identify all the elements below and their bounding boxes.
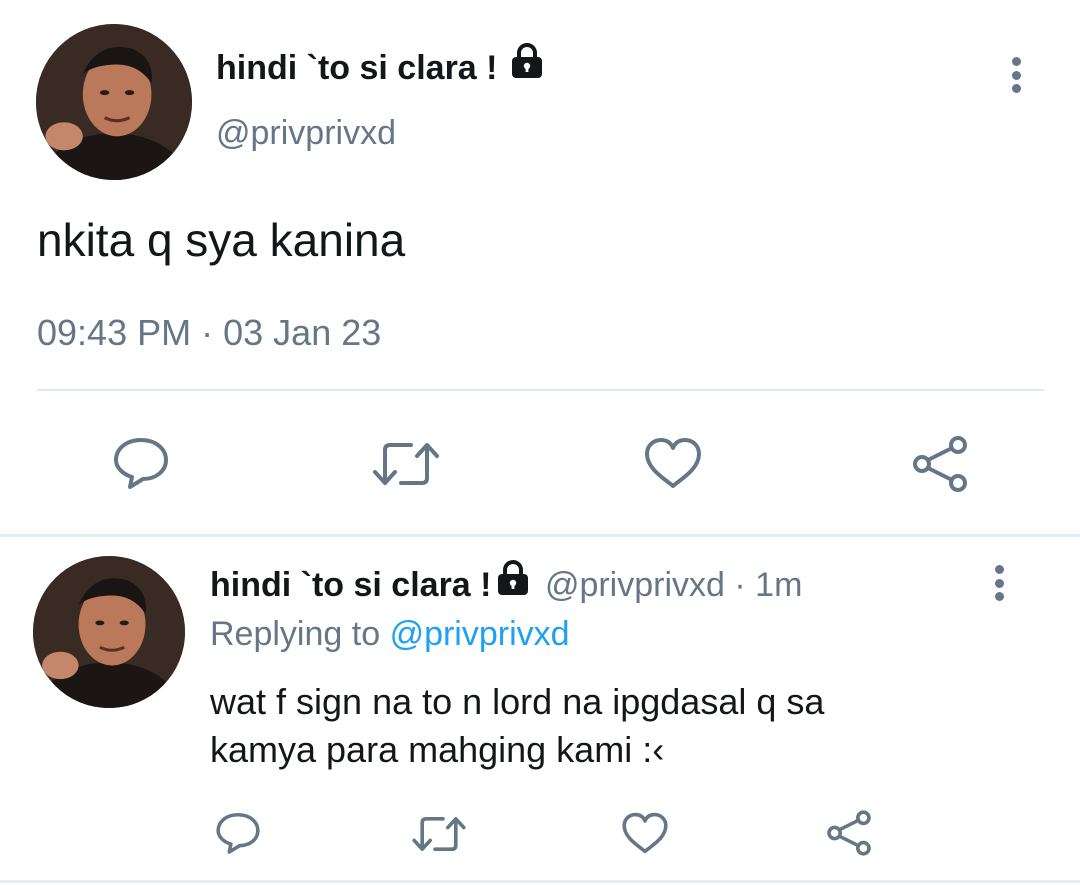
main-tweet-more-icon[interactable] <box>1009 57 1023 93</box>
reply-tweet-header: hindi `to si clara ! @privprivxd · 1m <box>210 559 803 608</box>
reply-text-line: wat f sign na to n lord na ipgdasal q sa <box>210 681 825 722</box>
main-tweet-handle[interactable]: @privprivxd <box>216 112 396 154</box>
reply-tweet-text: wat f sign na to n lord na ipgdasal q sa… <box>210 678 824 774</box>
share-icon <box>827 810 871 856</box>
header-separator: · <box>734 566 746 604</box>
lock-icon <box>495 559 531 608</box>
reply-like-button[interactable] <box>618 808 672 858</box>
main-tweet-display-name[interactable]: hindi `to si clara ! <box>216 43 545 90</box>
reply-retweet-button[interactable] <box>410 810 468 858</box>
reply-handle[interactable]: @privprivxd <box>545 566 725 604</box>
replying-to-label: Replying to <box>210 615 381 653</box>
avatar-photo <box>33 556 185 708</box>
main-tweet-timestamp: 09:43 PM · 03 Jan 23 <box>37 310 381 356</box>
reply-icon <box>114 438 168 489</box>
tweet-date: 03 Jan 23 <box>223 312 382 353</box>
retweet-icon <box>412 817 466 851</box>
reply-share-button[interactable] <box>822 806 876 860</box>
bottom-separator <box>0 880 1080 883</box>
main-tweet-divider <box>37 389 1044 391</box>
main-like-button[interactable] <box>640 432 706 494</box>
reply-text-line: kamya para mahging kami :‹ <box>210 729 665 770</box>
main-reply-button[interactable] <box>106 430 176 496</box>
main-retweet-button[interactable] <box>370 434 442 494</box>
reply-reply-button[interactable] <box>212 808 264 858</box>
reply-time-ago: 1m <box>755 566 803 604</box>
heart-icon <box>622 812 668 854</box>
share-icon <box>913 436 967 492</box>
display-name-text: hindi `to si clara ! <box>216 49 498 87</box>
main-share-button[interactable] <box>908 432 972 496</box>
section-separator <box>0 534 1080 537</box>
heart-icon <box>645 438 701 488</box>
reply-tweet-avatar[interactable] <box>33 556 185 708</box>
reply-display-name[interactable]: hindi `to si clara ! <box>210 566 491 604</box>
reply-tweet-more-icon[interactable] <box>992 565 1006 601</box>
replying-to-handle-link[interactable]: @privprivxd <box>390 615 570 653</box>
timestamp-separator: · <box>201 312 214 353</box>
reply-icon <box>216 812 260 854</box>
main-tweet-text: nkita q sya kanina <box>37 214 406 266</box>
main-tweet-avatar[interactable] <box>36 24 192 180</box>
lock-icon <box>509 42 545 90</box>
tweet-time: 09:43 PM <box>37 312 192 353</box>
avatar-photo <box>36 24 192 180</box>
retweet-icon <box>373 443 439 485</box>
replying-to-line: Replying to @privprivxd <box>210 612 570 656</box>
